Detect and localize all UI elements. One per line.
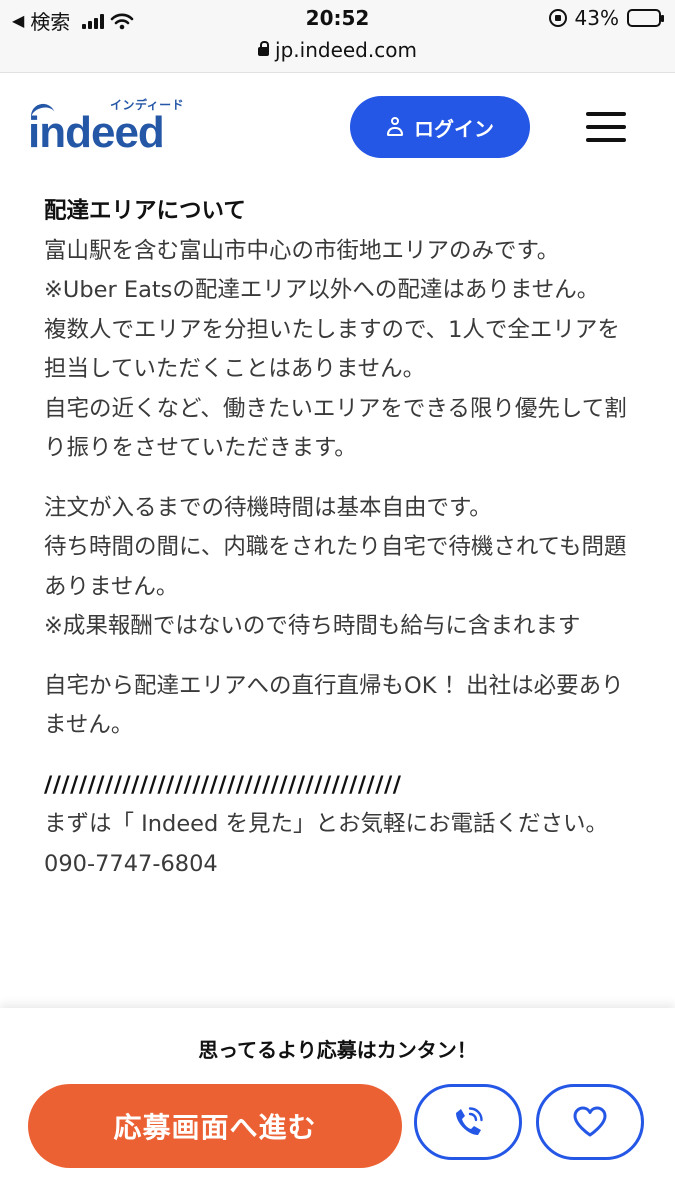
description-line: ※成果報酬ではないので待ち時間も給与に含まれます — [44, 613, 581, 639]
section-heading: 配達エリアについて — [44, 198, 246, 224]
phone-number[interactable]: 090-7747-6804 — [44, 845, 634, 885]
apply-caption: 思ってるより応募はカンタン！ — [198, 1038, 477, 1062]
call-button[interactable] — [414, 1084, 522, 1160]
job-description: 配達エリアについて 富山駅を含む富山市中心の市街地エリアのみです。 ※Uber … — [44, 192, 634, 1008]
description-line: 富山駅を含む富山市中心の市街地エリアのみです。 — [44, 237, 560, 264]
lock-icon — [258, 41, 270, 56]
login-button[interactable]: ログイン — [350, 96, 530, 158]
description-line: 複数人でエリアを分担いたしますので、1人で全エリアを担当していただくことはありま… — [44, 316, 620, 383]
user-icon — [386, 117, 404, 137]
login-label: ログイン — [414, 116, 494, 141]
indeed-logo[interactable]: インディード indeed — [28, 94, 198, 164]
apply-button[interactable]: 応募画面へ進む — [28, 1084, 402, 1168]
favorite-button[interactable] — [536, 1084, 644, 1160]
divider-slashes: ////////////////////////////////////////… — [44, 771, 402, 798]
logo-word: indeed — [28, 108, 165, 157]
description-line: 注文が入るまでの待機時間は基本自由です。 — [44, 494, 492, 521]
description-line: まずは「 Indeed を見た」とお気軽にお電話ください。 — [44, 811, 608, 837]
rotation-lock-icon — [548, 9, 567, 27]
battery-percent: 43% — [574, 6, 619, 30]
description-line: ※Uber Eatsの配達エリア以外への配達はありません。 — [44, 277, 600, 303]
apply-label: 応募画面へ進む — [113, 1111, 317, 1144]
description-line: 待ち時間の間に、内職をされたり自宅で待機されても問題ありません。 — [44, 534, 627, 600]
phone-icon — [456, 1107, 483, 1135]
address-bar[interactable]: jp.indeed.com — [0, 38, 675, 62]
status-bar: ◀ 検索 20:52 43% jp.indeed.com — [0, 0, 675, 73]
description-line: 自宅から配達エリアへの直行直帰もOK ！出社は必要ありません。 — [44, 672, 624, 739]
site-header: インディード indeed ログイン — [0, 72, 675, 182]
heart-icon — [573, 1106, 607, 1137]
description-line: 自宅の近くなど、働きたいエリアをできる限り優先して割り振りをさせていただきます。 — [44, 395, 627, 462]
status-indicators: 43% — [548, 6, 664, 30]
url-text: jp.indeed.com — [275, 38, 417, 62]
bottom-action-bar: 思ってるより応募はカンタン！ 応募画面へ進む — [0, 1008, 675, 1200]
battery-icon — [627, 9, 664, 27]
hamburger-menu-icon[interactable] — [586, 112, 626, 142]
